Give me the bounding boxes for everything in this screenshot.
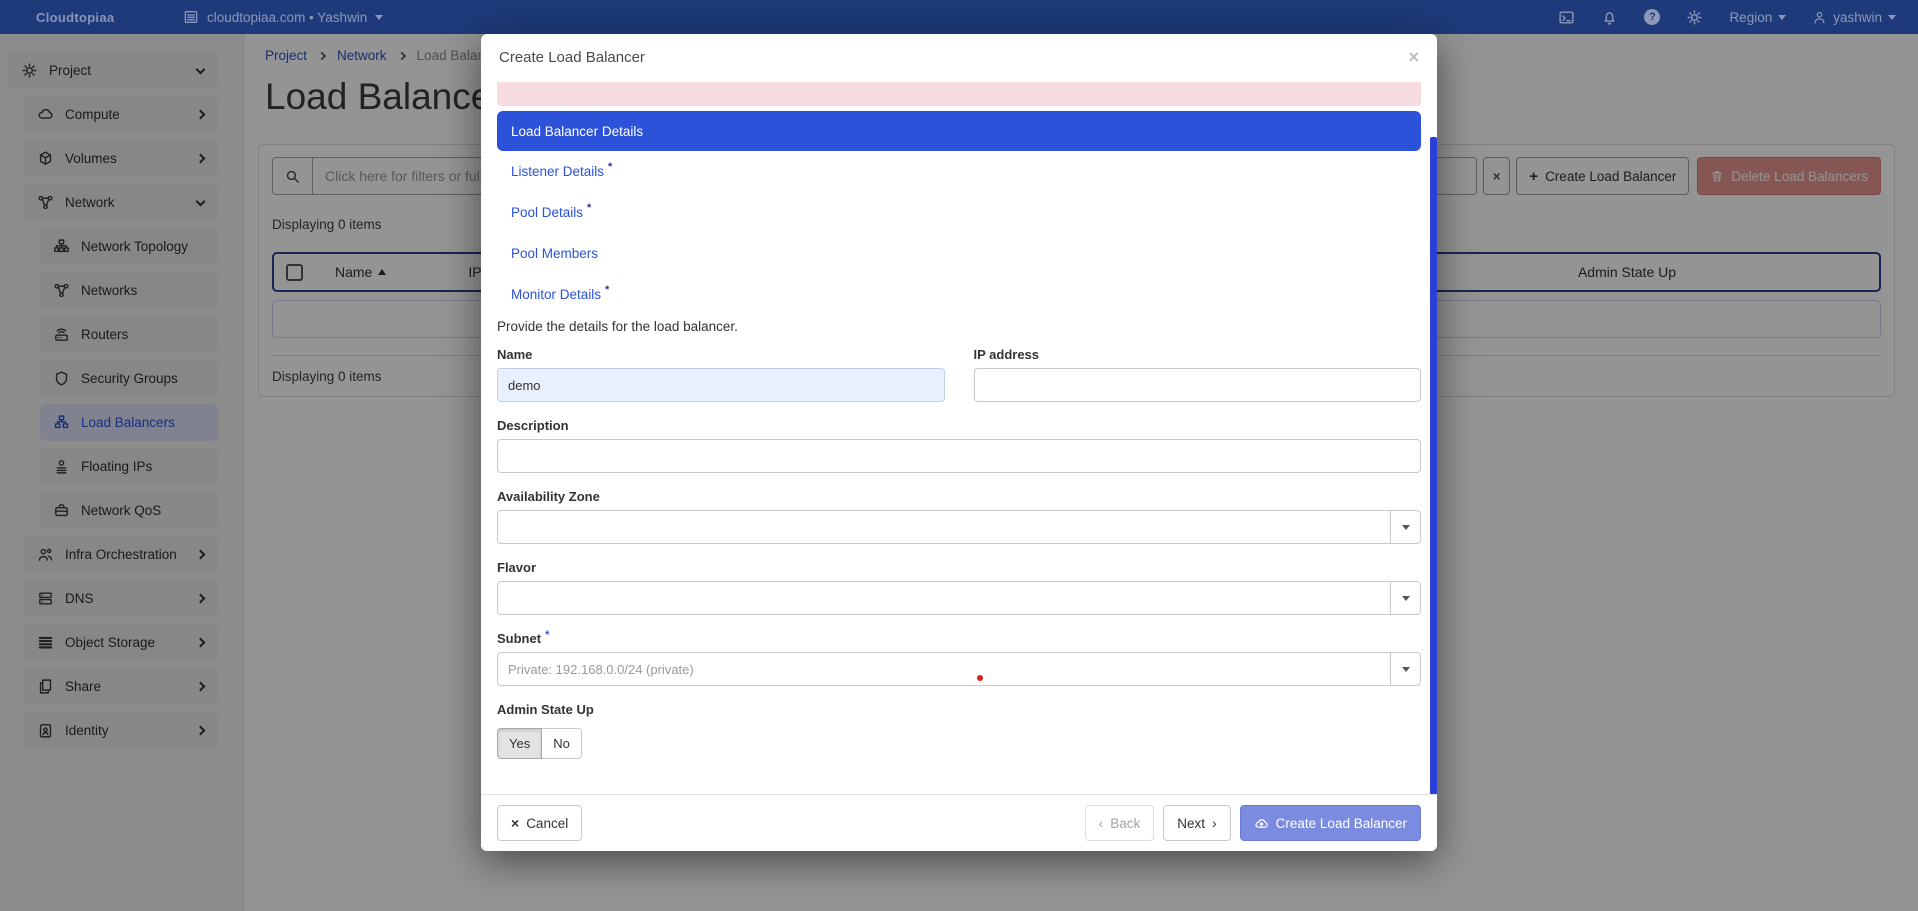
modal-body: Load Balancer Details Listener Details* … bbox=[481, 82, 1437, 759]
step-description: Provide the details for the load balance… bbox=[497, 319, 1421, 334]
chevron-left-icon: ‹ bbox=[1099, 815, 1104, 831]
step-load-balancer-details[interactable]: Load Balancer Details bbox=[497, 111, 1421, 151]
user-label: yashwin bbox=[1833, 10, 1882, 25]
chevron-down-icon bbox=[375, 15, 383, 20]
chevron-down-icon[interactable] bbox=[1390, 511, 1420, 543]
required-asterisk: * bbox=[587, 202, 591, 214]
flavor-label: Flavor bbox=[497, 560, 1421, 575]
admin-state-no-button[interactable]: No bbox=[542, 728, 582, 759]
brand-logo[interactable]: Cloudtopiaa bbox=[36, 10, 114, 25]
ip-address-label: IP address bbox=[974, 347, 1422, 362]
availability-zone-select[interactable] bbox=[497, 510, 1421, 544]
gear-icon[interactable] bbox=[1686, 9, 1703, 26]
step-monitor-details[interactable]: Monitor Details* bbox=[497, 274, 1421, 315]
back-button[interactable]: ‹ Back bbox=[1085, 805, 1155, 841]
name-label: Name bbox=[497, 347, 945, 362]
required-asterisk: * bbox=[545, 629, 549, 641]
next-button[interactable]: Next › bbox=[1163, 805, 1230, 841]
user-menu[interactable]: yashwin bbox=[1812, 10, 1896, 25]
help-icon[interactable]: ? bbox=[1644, 9, 1660, 25]
close-icon[interactable]: × bbox=[1408, 48, 1419, 66]
subnet-placeholder: Private: 192.168.0.0/24 (private) bbox=[498, 662, 1390, 677]
required-asterisk: * bbox=[608, 161, 612, 173]
ip-address-field[interactable] bbox=[974, 368, 1422, 402]
region-label: Region bbox=[1729, 10, 1772, 25]
region-menu[interactable]: Region bbox=[1729, 10, 1786, 25]
modal-header: Create Load Balancer × bbox=[481, 34, 1437, 80]
top-navbar: Cloudtopiaa cloudtopiaa.com • Yashwin ? … bbox=[0, 0, 1918, 34]
chevron-right-icon: › bbox=[1212, 815, 1217, 831]
admin-state-toggle: Yes No bbox=[497, 728, 1421, 759]
modal-title: Create Load Balancer bbox=[499, 49, 645, 66]
flavor-select[interactable] bbox=[497, 581, 1421, 615]
admin-state-yes-button[interactable]: Yes bbox=[497, 728, 542, 759]
create-load-balancer-modal: Create Load Balancer × Load Balancer Det… bbox=[481, 34, 1437, 851]
subnet-label: Subnet* bbox=[497, 631, 1421, 646]
description-label: Description bbox=[497, 418, 1421, 433]
chevron-down-icon bbox=[1778, 15, 1786, 20]
chevron-down-icon[interactable] bbox=[1390, 653, 1420, 685]
step-pool-details[interactable]: Pool Details* bbox=[497, 192, 1421, 233]
modal-scrollbar[interactable] bbox=[1430, 137, 1437, 795]
step-pool-members[interactable]: Pool Members bbox=[497, 233, 1421, 274]
red-dot-indicator bbox=[977, 675, 983, 681]
terminal-icon[interactable] bbox=[1558, 9, 1575, 26]
required-asterisk: * bbox=[605, 284, 609, 296]
bell-icon[interactable] bbox=[1601, 9, 1618, 26]
subnet-select[interactable]: Private: 192.168.0.0/24 (private) bbox=[497, 652, 1421, 686]
error-alert-partial bbox=[497, 82, 1421, 106]
project-context-switcher[interactable]: cloudtopiaa.com • Yashwin bbox=[183, 9, 383, 25]
user-icon bbox=[1812, 10, 1827, 25]
modal-footer: × Cancel ‹ Back Next › Create Load Balan… bbox=[481, 794, 1437, 851]
chevron-down-icon[interactable] bbox=[1390, 582, 1420, 614]
create-load-balancer-submit-button[interactable]: Create Load Balancer bbox=[1240, 805, 1421, 841]
cloud-upload-icon bbox=[1254, 816, 1269, 831]
context-label: cloudtopiaa.com • Yashwin bbox=[207, 10, 367, 25]
project-list-icon bbox=[183, 9, 199, 25]
admin-state-up-label: Admin State Up bbox=[497, 702, 1421, 717]
availability-zone-label: Availability Zone bbox=[497, 489, 1421, 504]
chevron-down-icon bbox=[1888, 15, 1896, 20]
step-listener-details[interactable]: Listener Details* bbox=[497, 151, 1421, 192]
cancel-button[interactable]: × Cancel bbox=[497, 805, 582, 841]
close-icon: × bbox=[511, 815, 519, 831]
description-field[interactable] bbox=[497, 439, 1421, 473]
name-field[interactable] bbox=[497, 368, 945, 402]
